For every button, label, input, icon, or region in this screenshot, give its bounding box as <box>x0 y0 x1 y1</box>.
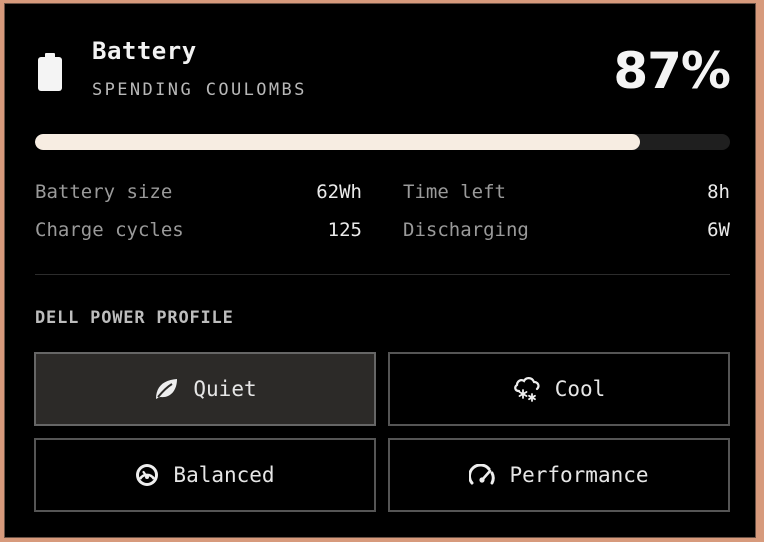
divider <box>35 274 730 275</box>
profile-button-cool[interactable]: Cool <box>388 352 730 426</box>
speedometer-icon <box>469 464 496 486</box>
battery-size-label: Battery size <box>35 181 173 203</box>
charge-cycles-label: Charge cycles <box>35 219 184 241</box>
profile-button-balanced[interactable]: Balanced <box>34 438 376 512</box>
battery-progress-bar <box>35 134 730 150</box>
time-left-label: Time left <box>403 181 506 203</box>
battery-title: Battery <box>92 37 197 65</box>
battery-size-value: 62Wh <box>316 181 362 203</box>
profile-button-quiet[interactable]: Quiet <box>34 352 376 426</box>
battery-progress-fill <box>35 134 640 150</box>
gauge-icon <box>135 463 159 487</box>
leaf-icon <box>153 377 179 401</box>
battery-icon <box>38 53 62 91</box>
profile-button-performance[interactable]: Performance <box>388 438 730 512</box>
snow-cloud-icon <box>513 376 541 402</box>
discharging-label: Discharging <box>403 219 529 241</box>
battery-subtitle: SPENDING COULOMBS <box>92 80 307 100</box>
profile-label-cool: Cool <box>554 377 606 401</box>
profile-label-balanced: Balanced <box>173 463 275 487</box>
time-left-value: 8h <box>707 181 730 203</box>
profile-label-quiet: Quiet <box>193 377 257 401</box>
battery-panel: Battery SPENDING COULOMBS 87% Battery si… <box>4 3 756 538</box>
battery-percent: 87% <box>613 42 731 100</box>
profile-label-performance: Performance <box>509 463 649 487</box>
power-profile-heading: DELL POWER PROFILE <box>35 308 234 328</box>
discharging-value: 6W <box>707 219 730 241</box>
charge-cycles-value: 125 <box>327 219 362 241</box>
